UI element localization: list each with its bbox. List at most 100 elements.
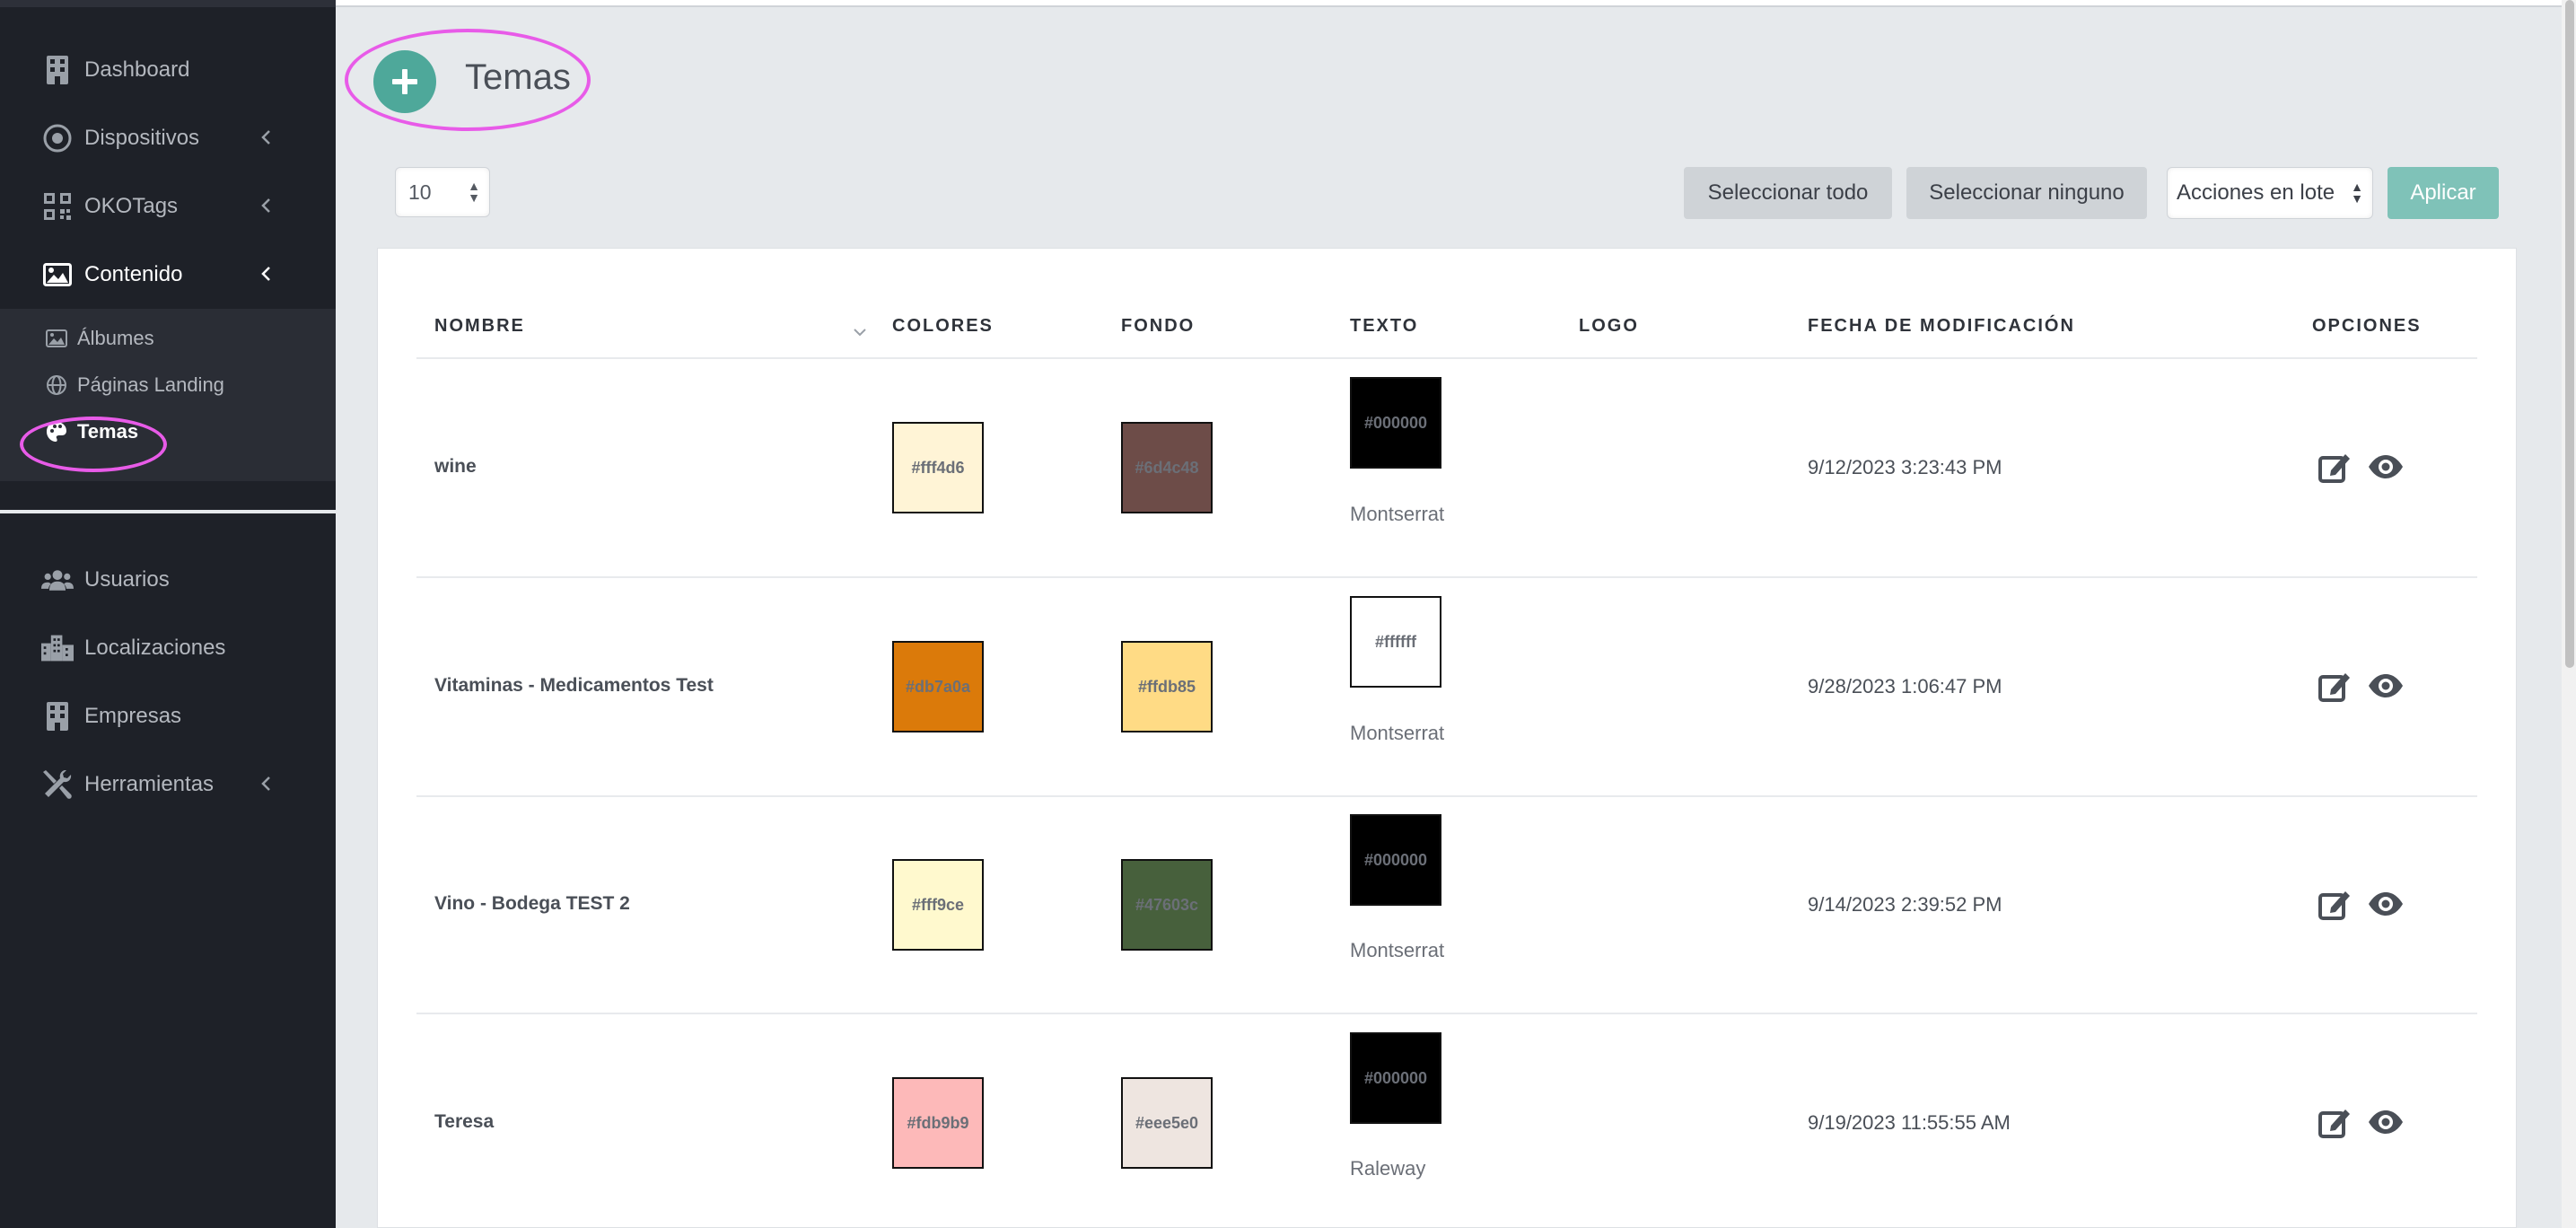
sidebar-subitem-label: Temas [77,420,139,443]
theme-name: wine [434,456,477,477]
edit-icon[interactable] [2318,668,2353,704]
font-name: Montserrat [1350,939,1445,961]
sidebar-divider [0,510,336,513]
view-eye-icon[interactable] [2368,449,2404,485]
chevron-left-icon [261,776,270,791]
sidebar-item-dashboard[interactable]: Dashboard [0,36,336,104]
bulk-actions-select[interactable]: Acciones en lote ▲ ▼ [2167,167,2373,219]
image-icon [45,327,68,350]
building-icon [41,54,74,86]
column-header-fondo: FONDO [1121,316,1196,336]
select-none-button[interactable]: Seleccionar ninguno [1906,167,2147,219]
users-icon [41,564,74,596]
font-name: Montserrat [1350,503,1445,525]
text-color-swatch: #ffffff [1350,596,1441,688]
edit-icon[interactable] [2318,886,2353,922]
sidebar-item-label: Empresas [84,704,182,728]
contenido-submenu: Álbumes Páginas Landing Temas [0,309,336,481]
row-divider [416,1013,2477,1014]
add-theme-button[interactable] [373,50,436,113]
view-eye-icon[interactable] [2368,1104,2404,1140]
building-icon [41,700,74,732]
sidebar-item-label: Contenido [84,262,183,286]
theme-name: Vitaminas - Medicamentos Test [434,675,714,696]
per-page-select[interactable]: 10 ▲ ▼ [395,167,490,217]
color-swatch: #fff9ce [892,859,984,951]
tools-icon [41,768,74,801]
apply-button[interactable]: Aplicar [2388,167,2499,219]
sidebar-subitem-albumes[interactable]: Álbumes [0,316,336,361]
per-page-value: 10 [408,180,432,204]
view-eye-icon[interactable] [2368,886,2404,922]
sidebar-item-label: Localizaciones [84,636,226,660]
background-swatch: #eee5e0 [1121,1077,1213,1169]
column-header-texto: TEXTO [1350,316,1419,336]
sidebar-item-label: Dispositivos [84,126,200,150]
column-header-opciones: OPCIONES [2312,316,2422,336]
sidebar-item-label: Herramientas [84,772,215,796]
page-title: Temas [465,57,571,97]
chevron-left-icon [261,130,270,145]
sidebar-item-empresas[interactable]: Empresas [0,682,336,750]
sidebar-item-okotags[interactable]: OKOTags [0,172,336,241]
sidebar-item-label: Dashboard [84,57,190,82]
sidebar-subitem-label: Páginas Landing [77,373,224,396]
select-all-button[interactable]: Seleccionar todo [1684,167,1892,219]
row-divider [416,576,2477,578]
sidebar-subitem-temas[interactable]: Temas [0,409,336,454]
text-color-swatch: #000000 [1350,1032,1441,1124]
sidebar-item-label: Usuarios [84,567,170,592]
sidebar-item-usuarios[interactable]: Usuarios [0,546,336,614]
color-swatch: #db7a0a [892,641,984,732]
edit-icon[interactable] [2318,449,2353,485]
theme-name: Teresa [434,1111,495,1132]
background-swatch: #ffdb85 [1121,641,1213,732]
chevron-left-icon [261,198,270,213]
chevron-left-icon [261,267,270,281]
sidebar-item-herramientas[interactable]: Herramientas [0,750,336,819]
target-icon [41,122,74,154]
text-color-swatch: #000000 [1350,377,1441,469]
column-header-colores: COLORES [892,316,994,336]
edit-icon[interactable] [2318,1104,2353,1140]
row-divider [416,795,2477,797]
sidebar-subitem-paginas-landing[interactable]: Páginas Landing [0,363,336,408]
select-arrows-icon: ▲ ▼ [468,179,480,205]
view-eye-icon[interactable] [2368,668,2404,704]
color-swatch: #fff4d6 [892,422,984,513]
city-icon [41,632,74,664]
palette-icon [45,420,68,443]
header-divider [416,357,2477,359]
font-name: Raleway [1350,1157,1426,1180]
globe-icon [45,373,68,397]
column-header-nombre[interactable]: NOMBRE [434,316,525,337]
modified-date: 9/28/2023 1:06:47 PM [1808,675,2002,697]
themes-table-card [377,248,2517,1228]
sidebar-top-strip [0,0,336,7]
select-arrows-icon: ▲ ▼ [2351,180,2363,206]
sort-chevron-down-icon[interactable] [851,323,869,341]
column-header-fecha: FECHA DE MODIFICACIÓN [1808,316,2075,336]
column-header-logo: LOGO [1579,316,1639,336]
sidebar-item-localizaciones[interactable]: Localizaciones [0,614,336,682]
modified-date: 9/12/2023 3:23:43 PM [1808,456,2002,478]
sidebar-item-dispositivos[interactable]: Dispositivos [0,104,336,172]
modified-date: 9/14/2023 2:39:52 PM [1808,893,2002,916]
sidebar-subitem-label: Álbumes [77,327,154,349]
plus-icon [392,69,417,94]
image-icon [41,259,74,291]
sidebar-item-label: OKOTags [84,194,179,218]
bulk-actions-value: Acciones en lote [2177,180,2335,205]
color-swatch: #fdb9b9 [892,1077,984,1169]
theme-name: Vino - Bodega TEST 2 [434,893,630,914]
modified-date: 9/19/2023 11:55:55 AM [1808,1111,2011,1134]
qrcode-icon [41,190,74,223]
scrollbar-thumb[interactable] [2565,0,2574,668]
sidebar: Dashboard Dispositivos OKOTags Contenido… [0,0,336,1228]
sidebar-item-contenido[interactable]: Contenido [0,241,336,309]
background-swatch: #6d4c48 [1121,422,1213,513]
font-name: Montserrat [1350,722,1445,744]
main-top-bar [336,0,2562,7]
text-color-swatch: #000000 [1350,814,1441,906]
background-swatch: #47603c [1121,859,1213,951]
